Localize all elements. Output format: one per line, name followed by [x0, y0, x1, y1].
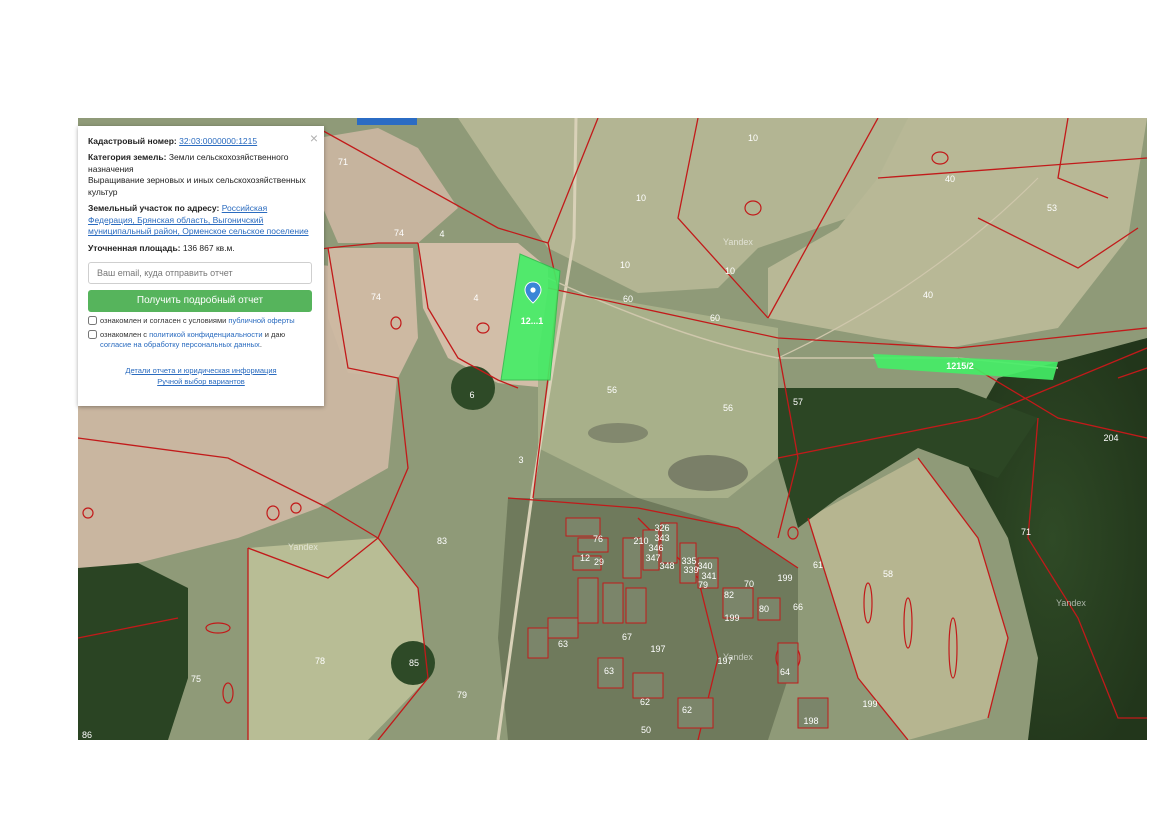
- map-watermark-4: Yandex: [1056, 598, 1086, 608]
- parcel-info-popup: × Кадастровый номер: 32:03:0000000:1215 …: [78, 126, 324, 406]
- plot-number-label: 3: [518, 455, 523, 465]
- plot-number-label: 199: [777, 573, 792, 583]
- report-details-link[interactable]: Детали отчета и юридическая информация: [125, 366, 276, 375]
- plot-number-label: 61: [813, 560, 823, 570]
- cloud-shadow: [668, 455, 748, 491]
- plot-number-label: 62: [682, 705, 692, 715]
- plot-number-label: 58: [883, 569, 893, 579]
- usage-value: Выращивание зерновых и иных сельскохозяй…: [88, 175, 306, 197]
- plot-number-label: 343: [654, 533, 669, 543]
- plot-number-label: 86: [82, 730, 92, 740]
- plot-number-label: 10: [748, 133, 758, 143]
- plot-number-label: 10: [636, 193, 646, 203]
- cadastral-label: Кадастровый номер:: [88, 136, 177, 146]
- top-blue-tab[interactable]: [357, 118, 417, 125]
- privacy-consent-checkbox-row[interactable]: ознакомлен с политикой конфиденциальност…: [88, 330, 314, 350]
- offer-consent-prefix: ознакомлен и согласен с условиями: [100, 316, 227, 326]
- privacy-consent-suffix: .: [259, 340, 262, 350]
- plot-number-label: 67: [622, 632, 632, 642]
- privacy-consent-mid: и даю: [264, 330, 286, 340]
- offer-consent-checkbox[interactable]: [88, 316, 97, 326]
- plot-number-label: 74: [371, 292, 381, 302]
- map-watermark-3: Yandex: [723, 652, 753, 662]
- plot-number-label: 62: [640, 697, 650, 707]
- plot-number-label: 71: [338, 157, 348, 167]
- selected-plot-label: 12...1: [521, 316, 544, 326]
- plot-number-label: 347: [645, 553, 660, 563]
- public-offer-link[interactable]: публичной оферты: [228, 316, 294, 325]
- area-label: Уточненная площадь:: [88, 242, 181, 253]
- plot-number-label: 57: [793, 397, 803, 407]
- plot-number-label: 79: [698, 580, 708, 590]
- privacy-consent-text: ознакомлен с политикой конфиденциальност…: [100, 330, 314, 350]
- highlighted-plot-label: 1215/2: [946, 361, 974, 371]
- data-processing-link[interactable]: согласие на обработку персональных данны…: [100, 340, 260, 349]
- plot-number-label: 346: [648, 543, 663, 553]
- plot-number-label: 348: [659, 561, 674, 571]
- plot-number-label: 40: [945, 174, 955, 184]
- plot-number-label: 10: [725, 266, 735, 276]
- plot-number-label: 63: [558, 639, 568, 649]
- plot-number-label: 326: [654, 523, 669, 533]
- plot-number-label: 199: [724, 613, 739, 623]
- category-label: Категория земель:: [88, 152, 167, 163]
- plot-number-label: 56: [607, 385, 617, 395]
- plot-number-label: 80: [759, 604, 769, 614]
- plot-number-label: 63: [604, 666, 614, 676]
- tree-clump-6: [451, 366, 495, 410]
- email-input[interactable]: [88, 262, 312, 285]
- plot-number-label: 75: [191, 674, 201, 684]
- address-row: Земельный участок по адресу: Российская …: [88, 203, 314, 237]
- plot-number-label: 76: [593, 534, 603, 544]
- plot-number-label: 74: [394, 228, 404, 238]
- plot-number-label: 199: [862, 699, 877, 709]
- plot-number-label: 56: [723, 403, 733, 413]
- plot-number-label: 66: [793, 602, 803, 612]
- plot-number-label: 204: [1103, 433, 1118, 443]
- get-report-button[interactable]: Получить подробный отчет: [88, 290, 312, 313]
- plot-number-label: 40: [923, 290, 933, 300]
- plot-number-label: 60: [623, 294, 633, 304]
- plot-number-label: 4: [439, 229, 444, 239]
- cloud-shadow-2: [588, 423, 648, 443]
- privacy-consent-checkbox[interactable]: [88, 330, 97, 340]
- plot-number-label: 4: [473, 293, 478, 303]
- plot-number-label: 85: [409, 658, 419, 668]
- offer-consent-checkbox-row[interactable]: ознакомлен и согласен с условиями публич…: [88, 316, 314, 326]
- plot-number-label: 210: [633, 536, 648, 546]
- map-watermark-2: Yandex: [288, 542, 318, 552]
- plot-number-label: 82: [724, 590, 734, 600]
- close-icon[interactable]: ×: [310, 131, 318, 145]
- address-label: Земельный участок по адресу:: [88, 203, 220, 214]
- plot-number-label: 340: [697, 561, 712, 571]
- manual-selection-link[interactable]: Ручной выбор вариантов: [157, 377, 245, 386]
- plot-number-label: 10: [620, 260, 630, 270]
- plot-number-label: 50: [641, 725, 651, 735]
- offer-consent-text: ознакомлен и согласен с условиями публич…: [100, 316, 295, 326]
- plot-number-label: 29: [594, 557, 604, 567]
- forest-left-bottom: [78, 563, 188, 740]
- plot-number-label: 64: [780, 667, 790, 677]
- popup-links: Детали отчета и юридическая информация Р…: [88, 365, 314, 388]
- plot-number-label: 6: [469, 390, 474, 400]
- plot-number-label: 78: [315, 656, 325, 666]
- plot-number-label: 71: [1021, 527, 1031, 537]
- cadastral-row: Кадастровый номер: 32:03:0000000:1215: [88, 136, 314, 147]
- plot-number-label: 12: [580, 553, 590, 563]
- plot-number-label: 339: [683, 565, 698, 575]
- privacy-policy-link[interactable]: политикой конфиденциальности: [149, 330, 262, 339]
- area-value: 136 867 кв.м.: [182, 242, 235, 253]
- plot-number-label: 60: [710, 313, 720, 323]
- map-watermark: Yandex: [723, 237, 753, 247]
- plot-number-label: 53: [1047, 203, 1057, 213]
- plot-number-label: 83: [437, 536, 447, 546]
- area-row: Уточненная площадь: 136 867 кв.м.: [88, 243, 314, 254]
- privacy-consent-prefix: ознакомлен с: [100, 330, 148, 340]
- category-row: Категория земель: Земли сельскохозяйстве…: [88, 152, 314, 198]
- cadastral-number-link[interactable]: 32:03:0000000:1215: [179, 136, 257, 146]
- plot-number-label: 70: [744, 579, 754, 589]
- plot-number-label: 197: [650, 644, 665, 654]
- plot-number-label: 198: [803, 716, 818, 726]
- plot-number-label: 79: [457, 690, 467, 700]
